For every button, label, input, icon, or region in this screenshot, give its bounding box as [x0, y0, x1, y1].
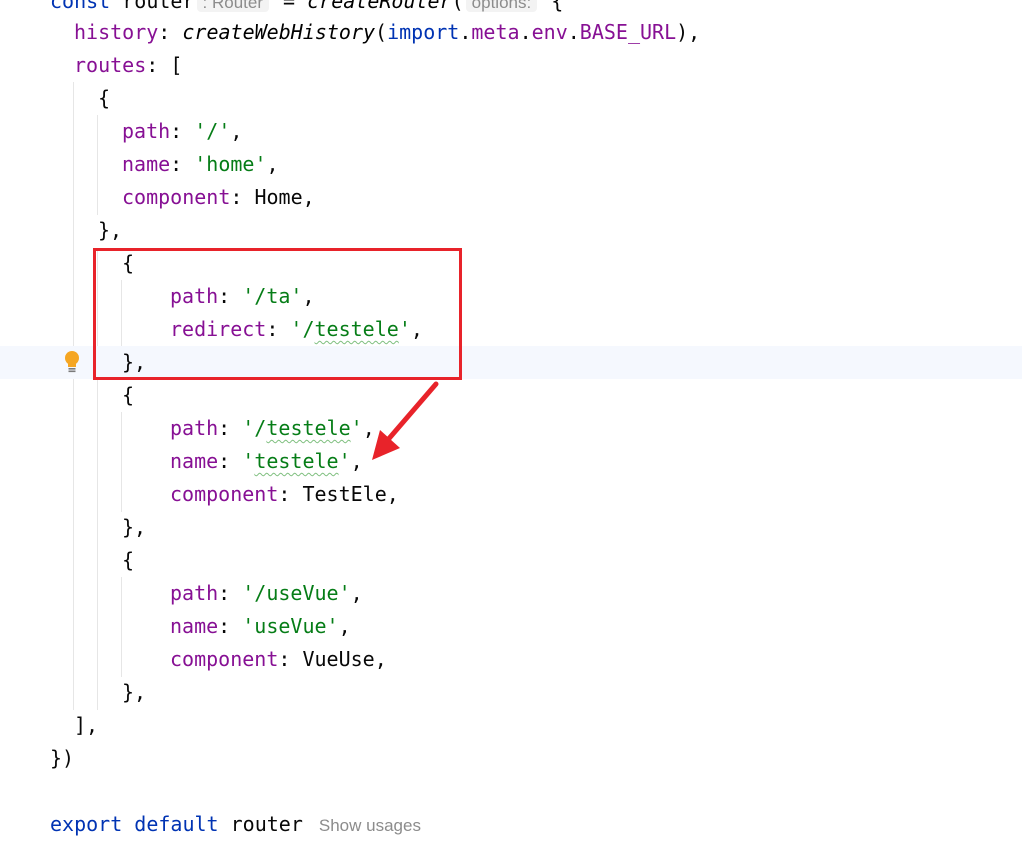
punctuation: ],	[74, 713, 99, 737]
colon: :	[278, 647, 303, 671]
punctuation: {	[122, 548, 135, 572]
identifier: VueUse,	[302, 647, 387, 671]
string-literal: '/useVue'	[242, 581, 351, 605]
identifier: TestEle,	[302, 482, 399, 506]
string-literal: 'testele'	[242, 449, 350, 473]
code-line[interactable]: history: createWebHistory(import.meta.en…	[74, 16, 700, 49]
string-literal: '/testele'	[242, 416, 362, 440]
annotation-box	[93, 248, 462, 380]
operator: =	[271, 0, 308, 13]
indent-guide	[73, 82, 74, 710]
colon: :	[218, 581, 243, 605]
typo-warning: testele	[254, 449, 339, 473]
code-line[interactable]: },	[122, 676, 146, 709]
code-line[interactable]: name: 'home',	[122, 148, 279, 181]
code-line[interactable]: name: 'useVue',	[170, 610, 351, 643]
property-key: path	[122, 119, 171, 143]
dot: .	[567, 20, 580, 44]
code-line[interactable]: },	[122, 511, 146, 544]
indent-guide	[121, 412, 122, 512]
string-literal: 'home'	[194, 152, 267, 176]
property-key: name	[170, 449, 219, 473]
code-line[interactable]: component: VueUse,	[170, 643, 387, 676]
param-hint: options:	[465, 0, 538, 12]
keyword: import	[387, 20, 460, 44]
string-part: '/	[242, 416, 267, 440]
code-line[interactable]: component: TestEle,	[170, 478, 399, 511]
dot: .	[519, 20, 532, 44]
indent-guide	[97, 115, 98, 215]
code-line[interactable]: export default router Show usages	[50, 808, 421, 841]
type-hint: : Router	[196, 0, 269, 12]
punctuation: ,	[266, 152, 279, 176]
identifier: router	[122, 0, 195, 13]
code-line[interactable]: {	[122, 379, 134, 412]
code-line[interactable]: path: '/useVue',	[170, 577, 363, 610]
string-literal: '/'	[194, 119, 231, 143]
indent-guide	[121, 577, 122, 677]
paren: (	[375, 20, 388, 44]
keyword: export	[50, 812, 123, 836]
colon: :	[218, 614, 243, 638]
code-line[interactable]: {	[122, 544, 134, 577]
punctuation: ,	[230, 119, 243, 143]
colon: :	[218, 416, 243, 440]
code-line[interactable]: })	[50, 742, 74, 775]
property-key: name	[170, 614, 219, 638]
code-line[interactable]: component: Home,	[122, 181, 315, 214]
function-name: createWebHistory	[182, 20, 376, 44]
property-key: component	[170, 482, 279, 506]
property-key: component	[122, 185, 231, 209]
identifier: router	[230, 812, 303, 836]
string-part: '	[242, 449, 255, 473]
code-line[interactable]: ],	[74, 709, 98, 742]
string-part: '	[338, 449, 351, 473]
property-key: component	[170, 647, 279, 671]
punctuation: ,	[350, 581, 363, 605]
typo-warning: testele	[266, 416, 351, 440]
function-name: createRouter	[307, 0, 452, 13]
punctuation: : [	[146, 53, 183, 77]
show-usages-link[interactable]: Show usages	[319, 816, 421, 835]
punctuation: },	[122, 515, 147, 539]
colon: :	[170, 152, 195, 176]
property-key: routes	[74, 53, 147, 77]
string-literal: 'useVue'	[242, 614, 339, 638]
colon: :	[170, 119, 195, 143]
member: env	[531, 20, 568, 44]
punctuation: {	[122, 383, 135, 407]
identifier: Home,	[254, 185, 315, 209]
keyword: const	[50, 0, 111, 13]
keyword: default	[134, 812, 219, 836]
colon: :	[158, 20, 183, 44]
property-key: history	[74, 20, 159, 44]
colon: :	[278, 482, 303, 506]
lightbulb-icon[interactable]	[62, 350, 82, 374]
member: BASE_URL	[579, 20, 677, 44]
punctuation: })	[50, 746, 75, 770]
punctuation: ),	[676, 20, 701, 44]
punctuation: ,	[338, 614, 351, 638]
code-line[interactable]: path: '/',	[122, 115, 242, 148]
code-line[interactable]: name: 'testele',	[170, 445, 363, 478]
code-line[interactable]: },	[98, 214, 122, 247]
punctuation: },	[122, 680, 147, 704]
member: meta	[471, 20, 520, 44]
brace: {	[539, 0, 564, 13]
property-key: path	[170, 416, 219, 440]
code-line[interactable]: {	[98, 82, 110, 115]
colon: :	[230, 185, 255, 209]
dot: .	[459, 20, 472, 44]
code-line[interactable]: routes: [	[74, 49, 182, 82]
punctuation: {	[98, 86, 111, 110]
property-key: path	[170, 581, 219, 605]
paren: (	[451, 0, 464, 13]
annotation-arrow-icon	[372, 381, 439, 460]
property-key: name	[122, 152, 171, 176]
punctuation: },	[98, 218, 123, 242]
code-line[interactable]: path: '/testele',	[170, 412, 375, 445]
colon: :	[218, 449, 243, 473]
